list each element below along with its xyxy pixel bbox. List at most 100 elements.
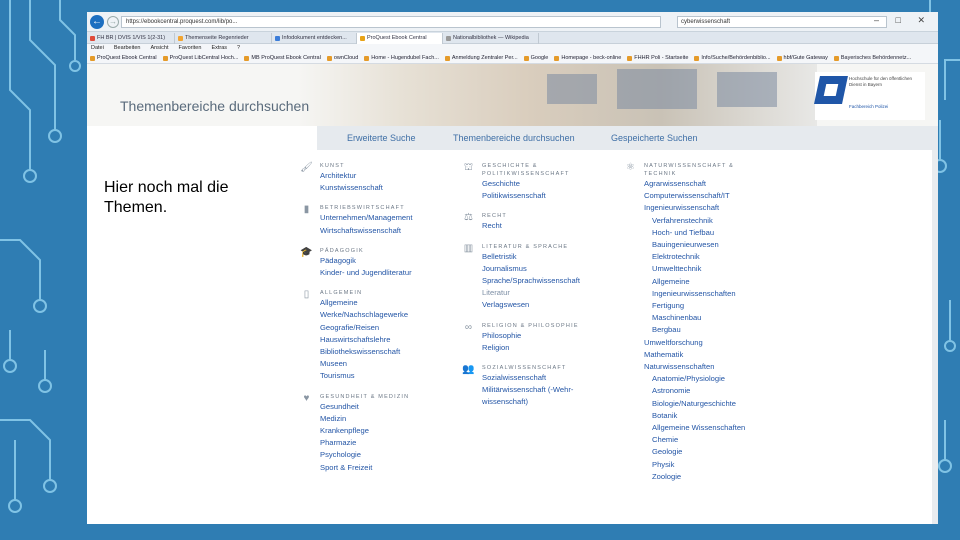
menu-item[interactable]: Ansicht: [150, 45, 168, 51]
favorite-link[interactable]: ProQuest Ebook Central: [90, 53, 157, 63]
menu-item[interactable]: Extras: [211, 45, 227, 51]
subject-link[interactable]: Religion: [482, 342, 602, 354]
subject-link[interactable]: Sport & Freizeit: [320, 462, 440, 474]
subject-link[interactable]: Sprache/Sprachwissenschaft: [482, 275, 602, 287]
subject-link[interactable]: Recht: [482, 220, 602, 232]
scrollbar[interactable]: [932, 150, 938, 524]
category-title: GESCHICHTE & POLITIKWISSENSCHAFT: [482, 163, 570, 177]
subject-link[interactable]: Philosophie: [482, 330, 602, 342]
nav-browse-subjects[interactable]: Themenbereiche durchsuchen: [453, 133, 575, 143]
subject-link[interactable]: Physik: [644, 459, 764, 471]
subject-link[interactable]: Tourismus: [320, 370, 440, 382]
tab-label: Nationalbibliothek — Wikipedia: [453, 35, 529, 41]
subject-link[interactable]: Literatur: [482, 287, 602, 299]
back-button[interactable]: ←: [90, 15, 104, 29]
browser-tab[interactable]: Themenseite Regenrieder: [175, 33, 272, 44]
search-field[interactable]: cyberwissenschaft: [677, 16, 887, 28]
category-title: LITERATUR & SPRACHE: [482, 243, 569, 250]
subject-link[interactable]: Ingenieurwissenschaft: [644, 202, 764, 214]
subject-link[interactable]: Hauswirtschaftslehre: [320, 334, 440, 346]
subject-link[interactable]: Umwelttechnik: [644, 263, 764, 275]
subject-link[interactable]: Allgemeine: [644, 276, 764, 288]
subject-link[interactable]: Agrarwissenschaft: [644, 178, 764, 190]
subject-link[interactable]: Museen: [320, 358, 440, 370]
subject-column-3: ⚛ NATURWISSENSCHAFT & TECHNIK Agrarwissens…: [624, 162, 764, 493]
favorite-link[interactable]: Google: [523, 53, 548, 63]
subject-link[interactable]: Werke/Nachschlagewerke: [320, 309, 440, 321]
subject-link[interactable]: Geschichte: [482, 178, 602, 190]
subject-link[interactable]: Bibliothekswissenschaft: [320, 346, 440, 358]
favorite-link[interactable]: Homepage - beck-online: [554, 53, 621, 63]
favorite-link[interactable]: Bayerisches Behördennetz...: [833, 53, 911, 63]
subject-link[interactable]: Politikwissenschaft: [482, 190, 602, 202]
logo-mark-icon: [814, 76, 848, 104]
favorite-link[interactable]: ownCloud: [326, 53, 358, 63]
favorite-link[interactable]: hbf/Gute Gateway: [776, 53, 828, 63]
browser-tab[interactable]: Infodokument entdecken...: [272, 33, 357, 44]
menu-item[interactable]: ?: [237, 45, 240, 51]
subject-link[interactable]: Anatomie/Physiologie: [644, 373, 764, 385]
subject-link[interactable]: Sozialwissenschaft: [482, 372, 602, 384]
browser-tab[interactable]: ProQuest Ebook Central: [357, 33, 443, 44]
subject-column-2: ⛫ GESCHICHTE & POLITIKWISSENSCHAFT Geschic…: [462, 162, 602, 419]
forward-button[interactable]: →: [107, 16, 119, 28]
subject-link[interactable]: Computerwissenschaft/IT: [644, 190, 764, 202]
subject-link[interactable]: Mathematik: [644, 349, 764, 361]
favorite-link[interactable]: FHHR Poli - Startseite: [627, 53, 688, 63]
menu-item[interactable]: Favoriten: [179, 45, 202, 51]
subject-link[interactable]: wissenschaft): [482, 396, 602, 408]
subject-link[interactable]: Elektrotechnik: [644, 251, 764, 263]
subject-link[interactable]: Bauingenieurwesen: [644, 239, 764, 251]
subject-link[interactable]: Belletristik: [482, 251, 602, 263]
subject-link[interactable]: Krankenpflege: [320, 425, 440, 437]
subject-link[interactable]: Geografie/Reisen: [320, 322, 440, 334]
menu-item[interactable]: Bearbeiten: [114, 45, 141, 51]
subject-category: ⚛ NATURWISSENSCHAFT & TECHNIK Agrarwissens…: [624, 162, 764, 483]
subject-link[interactable]: Pharmazie: [320, 437, 440, 449]
subject-link[interactable]: Gesundheit: [320, 401, 440, 413]
subject-link[interactable]: Naturwissenschaften: [644, 361, 764, 373]
subject-link[interactable]: Psychologie: [320, 449, 440, 461]
subject-link[interactable]: Verfahrenstechnik: [644, 215, 764, 227]
subject-link[interactable]: Ingenieurwissenschaften: [644, 288, 764, 300]
subject-link[interactable]: Militärwissenschaft (-Wehr-: [482, 384, 602, 396]
nav-advanced-search[interactable]: Erweiterte Suche: [347, 133, 416, 143]
subject-link[interactable]: Verlagswesen: [482, 299, 602, 311]
subject-link[interactable]: Allgemeine: [320, 297, 440, 309]
subject-link[interactable]: Hoch- und Tiefbau: [644, 227, 764, 239]
subject-link[interactable]: Umweltforschung: [644, 337, 764, 349]
subject-link[interactable]: Journalismus: [482, 263, 602, 275]
subject-link[interactable]: Bergbau: [644, 324, 764, 336]
favorite-link[interactable]: ProQuest LibCentral Hoch...: [162, 53, 238, 63]
menu-item[interactable]: Datei: [91, 45, 104, 51]
subject-link[interactable]: Chemie: [644, 434, 764, 446]
subject-link[interactable]: Maschinenbau: [644, 312, 764, 324]
favorite-link[interactable]: MB ProQuest Ebook Central: [244, 53, 321, 63]
subject-link[interactable]: Architektur: [320, 170, 440, 182]
subject-link[interactable]: Zoologie: [644, 471, 764, 483]
heart-icon: ♥: [303, 392, 310, 404]
subject-link[interactable]: Botanik: [644, 410, 764, 422]
browser-tab[interactable]: Nationalbibliothek — Wikipedia: [443, 33, 539, 44]
subject-link[interactable]: Geologie: [644, 446, 764, 458]
subject-link[interactable]: Medizin: [320, 413, 440, 425]
subject-link[interactable]: Kinder- und Jugendliteratur: [320, 267, 440, 279]
subject-link[interactable]: Allgemeine Wissenschaften: [644, 422, 764, 434]
favorite-link[interactable]: Anmeldung Zentraler Per...: [444, 53, 518, 63]
subject-link[interactable]: Unternehmen/Management: [320, 212, 440, 224]
subject-link[interactable]: Pädagogik: [320, 255, 440, 267]
browser-screenshot: ← → https://ebookcentral.proquest.com/li…: [87, 12, 938, 524]
atom-icon: ⚛: [626, 162, 635, 173]
browser-tab[interactable]: FH BR | DVIS 1/VIS 1(2-31): [87, 33, 175, 44]
graduation-icon: 🎓: [300, 246, 313, 258]
subject-link[interactable]: Fertigung: [644, 300, 764, 312]
favorite-link[interactable]: Info/Suche/Behördenbiblio...: [694, 53, 771, 63]
favorite-link[interactable]: Home - Hugendubel Fach...: [364, 53, 439, 63]
subject-link[interactable]: Wirtschaftswissenschaft: [320, 225, 440, 237]
subject-link[interactable]: Kunstwissenschaft: [320, 182, 440, 194]
window-controls[interactable]: – □ ✕: [874, 15, 932, 26]
url-field[interactable]: https://ebookcentral.proquest.com/lib/po…: [121, 16, 661, 28]
subject-link[interactable]: Astronomie: [644, 385, 764, 397]
subject-link[interactable]: Biologie/Naturgeschichte: [644, 398, 764, 410]
nav-saved-searches[interactable]: Gespeicherte Suchen: [611, 133, 698, 143]
